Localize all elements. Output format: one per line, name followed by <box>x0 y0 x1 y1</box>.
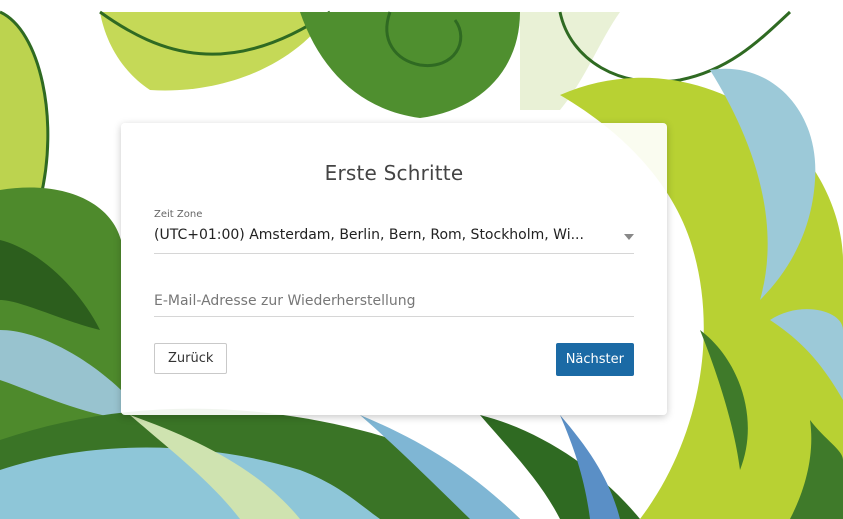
timezone-label: Zeit Zone <box>154 209 203 220</box>
getting-started-dialog: Erste Schritte Zeit Zone (UTC+01:00) Ams… <box>121 123 667 415</box>
next-button[interactable]: Nächster <box>555 343 634 376</box>
chevron-down-icon[interactable] <box>624 234 634 240</box>
dialog-title: Erste Schritte <box>324 161 464 185</box>
timezone-value: (UTC+01:00) Amsterdam, Berlin, Bern, Rom… <box>154 227 584 243</box>
timezone-select[interactable]: (UTC+01:00) Amsterdam, Berlin, Bern, Rom… <box>154 223 634 254</box>
back-button[interactable]: Zurück <box>154 343 228 374</box>
recovery-email-input[interactable] <box>154 286 634 317</box>
